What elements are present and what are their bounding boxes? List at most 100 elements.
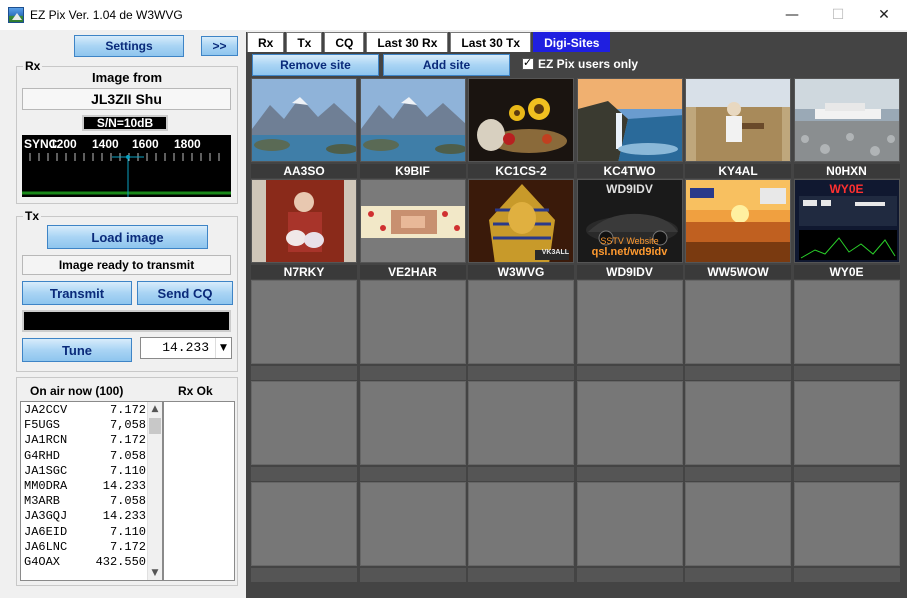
onair-scrollbar[interactable]: ▲ ▼ — [147, 402, 162, 580]
empty-site-tile[interactable] — [359, 482, 466, 583]
empty-site-tile[interactable] — [685, 482, 791, 583]
scroll-down-icon[interactable]: ▼ — [148, 566, 162, 580]
empty-thumbnail[interactable] — [576, 482, 683, 566]
empty-site-label — [359, 467, 466, 481]
minimize-button[interactable]: — — [769, 0, 815, 30]
scroll-up-icon[interactable]: ▲ — [148, 402, 162, 416]
checkbox-checked-icon[interactable] — [522, 56, 534, 70]
empty-thumbnail[interactable] — [251, 381, 357, 465]
empty-thumbnail[interactable] — [793, 482, 900, 566]
site-thumbnail[interactable] — [359, 179, 466, 263]
empty-site-tile[interactable] — [359, 280, 466, 381]
maximize-button[interactable]: ☐ — [815, 0, 861, 30]
settings-button[interactable]: Settings — [74, 35, 184, 57]
onair-list-item[interactable]: M3ARB 7.058 — [21, 494, 162, 509]
empty-thumbnail[interactable] — [359, 482, 466, 566]
site-tile[interactable]: VK3ALL W3WVG — [468, 179, 574, 280]
site-thumbnail[interactable]: VK3ALL — [468, 179, 574, 263]
empty-thumbnail[interactable] — [468, 381, 574, 465]
empty-thumbnail[interactable] — [793, 280, 900, 364]
site-thumbnail[interactable] — [251, 179, 357, 263]
onair-list-item[interactable]: JA1SGC 7.110 — [21, 464, 162, 479]
expand-button[interactable]: >> — [201, 36, 238, 56]
empty-thumbnail[interactable] — [468, 482, 574, 566]
tune-button[interactable]: Tune — [22, 338, 132, 362]
tab-digi-sites[interactable]: Digi-Sites — [533, 32, 611, 52]
site-thumbnail[interactable] — [468, 78, 574, 162]
empty-site-tile[interactable] — [685, 381, 791, 482]
empty-site-tile[interactable] — [359, 381, 466, 482]
site-tile[interactable]: N0HXN — [793, 78, 900, 179]
site-thumbnail[interactable]: WD9IDV SSTV Website qsl.net/wd9idv — [576, 179, 683, 263]
empty-site-tile[interactable] — [468, 482, 574, 583]
site-thumbnail[interactable]: WY0E — [793, 179, 900, 263]
chevron-down-icon[interactable]: ▼ — [215, 338, 231, 358]
empty-thumbnail[interactable] — [359, 381, 466, 465]
site-thumbnail[interactable] — [685, 78, 791, 162]
empty-thumbnail[interactable] — [576, 381, 683, 465]
empty-site-tile[interactable] — [793, 482, 900, 583]
onair-list-item[interactable]: JA2CCV 7.172 — [21, 403, 162, 418]
empty-site-tile[interactable] — [576, 482, 683, 583]
load-image-button[interactable]: Load image — [47, 225, 208, 249]
tab-last-30-rx[interactable]: Last 30 Rx — [366, 32, 449, 52]
site-tile[interactable]: KC1CS-2 — [468, 78, 574, 179]
onair-list-item[interactable]: JA3GQJ 14.233 — [21, 509, 162, 524]
empty-site-tile[interactable] — [576, 280, 683, 381]
site-tile[interactable]: K9BIF — [359, 78, 466, 179]
scroll-thumb[interactable] — [149, 418, 161, 434]
empty-site-tile[interactable] — [251, 280, 357, 381]
site-tile[interactable]: KC4TWO — [576, 78, 683, 179]
empty-thumbnail[interactable] — [576, 280, 683, 364]
empty-thumbnail[interactable] — [251, 280, 357, 364]
tab-rx[interactable]: Rx — [247, 32, 285, 52]
empty-site-tile[interactable] — [251, 381, 357, 482]
onair-list-item[interactable]: F5UGS 7,058 — [21, 418, 162, 433]
empty-site-tile[interactable] — [468, 280, 574, 381]
onair-list-item[interactable]: JA6EID 7.110 — [21, 525, 162, 540]
tab-cq[interactable]: CQ — [324, 32, 365, 52]
site-thumbnail[interactable] — [685, 179, 791, 263]
empty-thumbnail[interactable] — [251, 482, 357, 566]
remove-site-button[interactable]: Remove site — [252, 54, 379, 76]
rxok-list[interactable] — [163, 401, 235, 581]
tab-tx[interactable]: Tx — [286, 32, 323, 52]
onair-list[interactable]: JA2CCV 7.172 F5UGS 7,058 JA1RCN 7.172 G4RHD 7.0… — [20, 401, 163, 581]
tab-last-30-tx[interactable]: Last 30 Tx — [450, 32, 532, 52]
site-tile[interactable]: WD9IDV SSTV Website qsl.net/wd9idv WD9IDV — [576, 179, 683, 280]
empty-thumbnail[interactable] — [793, 381, 900, 465]
site-thumbnail[interactable] — [359, 78, 466, 162]
onair-list-item[interactable]: JA1RCN 7.172 — [21, 433, 162, 448]
site-tile[interactable]: VE2HAR — [359, 179, 466, 280]
empty-site-tile[interactable] — [685, 280, 791, 381]
empty-site-tile[interactable] — [576, 381, 683, 482]
send-cq-button[interactable]: Send CQ — [137, 281, 233, 305]
close-button[interactable]: ✕ — [861, 0, 907, 30]
empty-thumbnail[interactable] — [685, 280, 791, 364]
site-tile[interactable]: KY4AL — [685, 78, 791, 179]
empty-thumbnail[interactable] — [685, 482, 791, 566]
frequency-select[interactable]: 14.233 ▼ — [140, 337, 232, 359]
site-tile[interactable]: WW5WOW — [685, 179, 791, 280]
site-tile[interactable]: WY0E WY0E — [793, 179, 900, 280]
site-thumbnail[interactable] — [793, 78, 900, 162]
onair-list-item[interactable]: MM0DRA 14.233 — [21, 479, 162, 494]
empty-thumbnail[interactable] — [468, 280, 574, 364]
empty-thumbnail[interactable] — [685, 381, 791, 465]
empty-site-tile[interactable] — [468, 381, 574, 482]
onair-list-item[interactable]: JA6LNC 7.172 — [21, 540, 162, 555]
empty-site-tile[interactable] — [793, 381, 900, 482]
site-tile[interactable]: N7RKY — [251, 179, 357, 280]
onair-list-item[interactable]: G4RHD 7.058 — [21, 449, 162, 464]
transmit-button[interactable]: Transmit — [22, 281, 132, 305]
onair-frequency: 14.233 — [102, 478, 146, 493]
ezpix-users-only-checkbox[interactable]: EZ Pix users only — [522, 56, 638, 71]
add-site-button[interactable]: Add site — [383, 54, 510, 76]
empty-site-tile[interactable] — [251, 482, 357, 583]
onair-list-item[interactable]: G4OAX 432.550 — [21, 555, 162, 570]
empty-thumbnail[interactable] — [359, 280, 466, 364]
empty-site-tile[interactable] — [793, 280, 900, 381]
site-thumbnail[interactable] — [251, 78, 357, 162]
site-tile[interactable]: AA3SO — [251, 78, 357, 179]
site-thumbnail[interactable] — [576, 78, 683, 162]
